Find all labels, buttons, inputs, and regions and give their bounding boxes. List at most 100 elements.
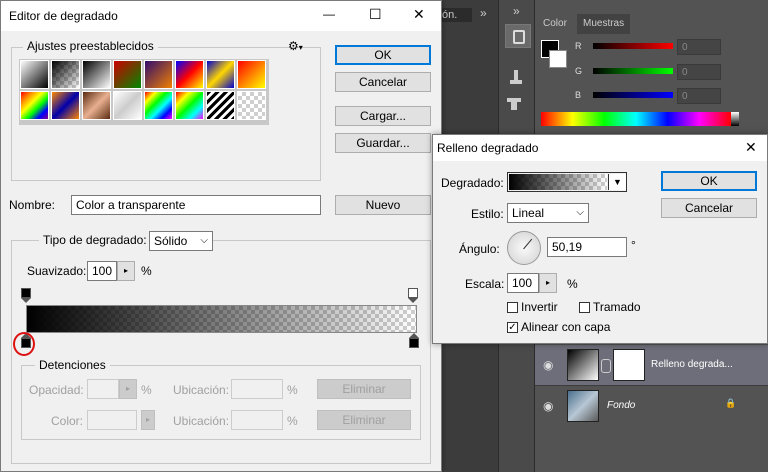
red-slider[interactable] [593, 43, 673, 49]
cancel-button[interactable]: Cancelar [661, 198, 757, 218]
preset-swatch[interactable] [113, 91, 142, 120]
red-highlight-circle [13, 332, 35, 356]
collapse-chevron-icon[interactable]: » [513, 4, 520, 18]
clone-source-icon[interactable] [507, 98, 525, 112]
layer-name[interactable]: Fondo [607, 400, 635, 411]
invert-checkbox[interactable] [507, 302, 518, 313]
red-value-field[interactable]: 0 [677, 39, 721, 55]
smoothness-field[interactable]: 100 [87, 261, 117, 281]
gradient-picker[interactable]: ▼ [507, 172, 627, 192]
green-slider[interactable] [593, 68, 673, 74]
close-icon[interactable]: ✕ [745, 139, 757, 156]
smoothness-stepper[interactable]: ▸ [117, 261, 135, 281]
gradient-fill-dialog: Relleno degradado ✕ Degradado: ▼ Estilo:… [432, 134, 768, 344]
chevron-down-icon: ⌵ [200, 235, 208, 246]
opacity-stop-left[interactable] [21, 288, 31, 304]
layer-mask-thumbnail[interactable] [613, 349, 645, 381]
color-stop-right[interactable] [409, 333, 419, 349]
name-label: Nombre: [9, 198, 56, 212]
expand-chevron-icon[interactable]: » [480, 6, 487, 20]
align-with-layer-label: Alinear con capa [521, 320, 611, 334]
delete-color-stop-button[interactable]: Eliminar [317, 410, 411, 430]
preset-swatch[interactable] [237, 60, 266, 89]
opacity-location-field[interactable] [231, 379, 283, 399]
color-menu-button[interactable]: ▸ [141, 410, 155, 430]
preset-swatch[interactable] [237, 91, 266, 120]
degree-symbol: ° [631, 238, 636, 252]
preset-swatch[interactable] [113, 60, 142, 89]
style-select[interactable]: Lineal ⌵ [507, 203, 589, 223]
opacity-stop-right[interactable] [408, 288, 418, 304]
background-photo-thumbnail[interactable] [567, 390, 599, 422]
preset-swatch[interactable] [175, 91, 204, 120]
bw-ramp[interactable] [731, 112, 739, 126]
cancel-button[interactable]: Cancelar [335, 72, 431, 92]
preset-swatch[interactable] [206, 91, 235, 120]
title-bar: Editor de degradado — ☐ ✕ [1, 1, 441, 31]
blue-value-field[interactable]: 0 [677, 88, 721, 104]
layer-name[interactable]: Relleno degrada... [651, 359, 733, 370]
angle-dial[interactable] [507, 231, 541, 265]
gradient-label: Degradado: [441, 176, 504, 190]
gradient-type-select[interactable]: Sólido ⌵ [149, 231, 213, 251]
load-button[interactable]: Cargar... [335, 106, 431, 126]
scale-percent: % [567, 277, 578, 291]
preset-swatch[interactable] [20, 60, 49, 89]
save-button[interactable]: Guardar... [335, 133, 431, 153]
chevron-down-icon[interactable]: ▼ [608, 174, 626, 190]
visibility-eye-icon[interactable]: ◉ [543, 400, 557, 412]
preset-swatch[interactable] [82, 60, 111, 89]
style-label: Estilo: [471, 207, 504, 221]
smoothness-label: Suavizado: [27, 264, 87, 278]
dialog-title: Editor de degradado [9, 9, 118, 23]
opacity-location-label: Ubicación: [173, 383, 230, 397]
color-spectrum-bar[interactable] [541, 112, 731, 126]
history-panel-icon[interactable] [505, 24, 531, 48]
new-button[interactable]: Nuevo [335, 195, 431, 215]
tab-color[interactable]: Color [537, 14, 573, 34]
title-bar: Relleno degradado ✕ [433, 135, 767, 161]
opacity-stepper[interactable]: ▸ [119, 379, 137, 399]
tab-swatches[interactable]: Muestras [577, 14, 631, 34]
preset-swatch[interactable] [144, 91, 173, 120]
preset-swatch[interactable] [144, 60, 173, 89]
channel-b-label: B [575, 90, 582, 100]
maximize-icon[interactable]: ☐ [369, 6, 382, 23]
green-value-field[interactable]: 0 [677, 64, 721, 80]
lock-icon: 🔒 [725, 398, 737, 408]
preset-swatch[interactable] [82, 91, 111, 120]
preset-swatch[interactable] [175, 60, 204, 89]
delete-opacity-stop-button[interactable]: Eliminar [317, 379, 411, 399]
color-location-field[interactable] [231, 410, 283, 430]
document-tab-fragment[interactable]: ón. [440, 8, 472, 22]
name-field[interactable]: Color a transparente [71, 195, 321, 215]
layer-row-background[interactable]: ◉ Fondo 🔒 [535, 385, 768, 428]
preset-swatch[interactable] [206, 60, 235, 89]
dither-checkbox[interactable] [579, 302, 590, 313]
layer-row-gradient-fill[interactable]: ◉ Relleno degrada... [535, 345, 768, 387]
close-icon[interactable]: ✕ [413, 6, 425, 23]
color-location-percent: % [287, 414, 298, 428]
gear-icon[interactable]: ⚙▾ [288, 39, 303, 53]
preset-swatch[interactable] [51, 91, 80, 120]
color-swatch-field[interactable] [87, 410, 137, 430]
visibility-eye-icon[interactable]: ◉ [543, 359, 557, 371]
gradient-preview-bar[interactable] [26, 305, 417, 333]
brush-panel-icon[interactable] [507, 70, 525, 84]
preset-swatch[interactable] [20, 91, 49, 120]
ok-button[interactable]: OK [335, 45, 431, 65]
minimize-icon[interactable]: — [323, 7, 335, 21]
ok-button[interactable]: OK [661, 171, 757, 191]
preset-swatch[interactable] [51, 60, 80, 89]
background-color-swatch[interactable] [549, 50, 567, 68]
link-chain-icon[interactable] [601, 359, 611, 373]
color-label: Color: [51, 414, 84, 428]
gradient-fill-thumbnail[interactable] [567, 349, 599, 381]
angle-field[interactable]: 50,19 [547, 237, 627, 257]
opacity-field[interactable] [87, 379, 119, 399]
channel-g-label: G [575, 66, 583, 76]
blue-slider[interactable] [593, 92, 673, 98]
scale-field[interactable]: 100 [507, 273, 539, 293]
align-with-layer-checkbox[interactable]: ✓ [507, 322, 518, 333]
scale-stepper[interactable]: ▸ [539, 273, 557, 293]
